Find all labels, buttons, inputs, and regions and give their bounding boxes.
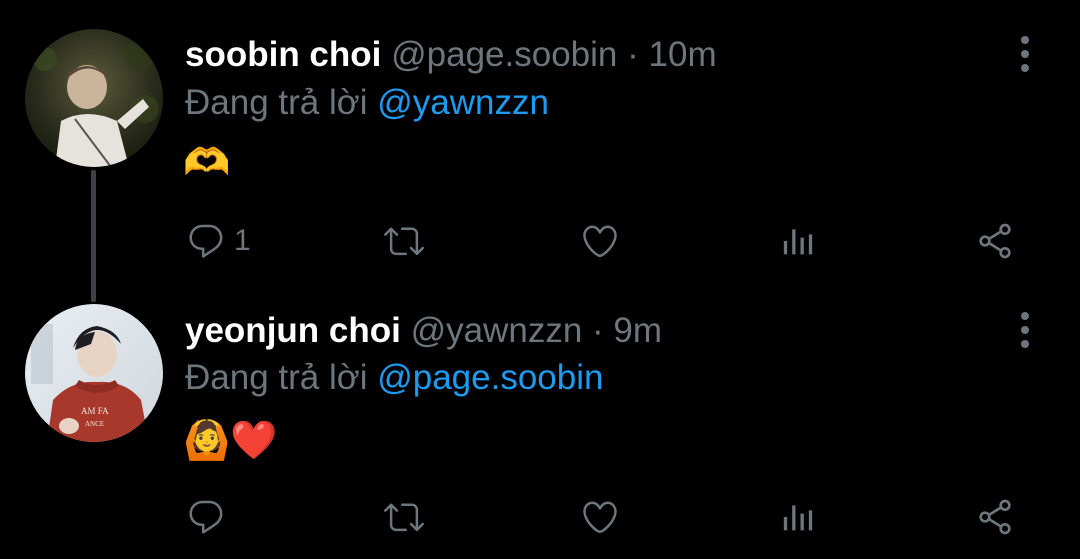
retweet-button[interactable] [382,492,426,542]
avatar[interactable]: AM FA ANCE [25,304,163,442]
tweet-actions: 1 [0,216,1080,266]
share-button[interactable] [975,492,1015,542]
avatar-photo [25,29,163,167]
avatar[interactable] [25,29,163,167]
share-icon [979,499,1011,535]
more-vertical-icon [1021,312,1029,348]
svg-text:AM FA: AM FA [81,406,109,416]
tweet-header: soobin choi @page.soobin · 10m [185,33,717,77]
replying-to-label: Đang trả lời [185,83,368,122]
timestamp[interactable]: 9m [613,311,662,350]
share-button[interactable] [975,216,1015,266]
timestamp[interactable]: 10m [649,35,717,74]
tweet-header: yeonjun choi @yawnzzn · 9m [185,309,662,353]
views-button[interactable] [778,216,818,266]
analytics-icon [783,229,813,255]
tweet-text: 🙆❤️ [183,420,278,462]
mention-link[interactable]: @yawnzzn [377,83,549,122]
more-options-button[interactable] [1010,308,1040,352]
username[interactable]: @yawnzzn [411,311,583,350]
heart-icon [583,225,617,258]
display-name[interactable]: yeonjun choi [185,311,401,350]
mention-link[interactable]: @page.soobin [377,358,603,397]
separator-dot: · [627,35,639,74]
reply-count: 1 [234,224,251,257]
share-icon [979,223,1011,259]
replying-to: Đang trả lời @page.soobin [185,356,603,400]
reply-button[interactable]: 1 [186,216,251,266]
reply-icon [189,224,223,258]
reply-icon [189,500,223,534]
more-vertical-icon [1021,36,1029,72]
display-name[interactable]: soobin choi [185,35,381,74]
tweet[interactable]: soobin choi @page.soobin · 10m Đang trả … [0,0,1080,280]
username[interactable]: @page.soobin [391,35,617,74]
replying-to-label: Đang trả lời [185,358,368,397]
reply-button[interactable] [186,492,234,542]
replying-to: Đang trả lời @yawnzzn [185,81,549,125]
retweet-icon [384,227,424,256]
reply-thread: soobin choi @page.soobin · 10m Đang trả … [0,0,1080,559]
retweet-button[interactable] [382,216,426,266]
retweet-icon [384,503,424,532]
like-button[interactable] [580,216,620,266]
tweet-actions [0,492,1080,542]
more-options-button[interactable] [1010,32,1040,76]
avatar-photo: AM FA ANCE [25,304,163,442]
tweet[interactable]: AM FA ANCE yeonjun choi @yawnzzn · 9m Đa… [0,280,1080,559]
analytics-icon [783,505,813,531]
svg-text:ANCE: ANCE [85,420,104,428]
like-button[interactable] [580,492,620,542]
separator-dot: · [592,311,604,350]
views-button[interactable] [778,492,818,542]
heart-icon [583,501,617,534]
tweet-text: 🫶😘 [183,142,270,184]
